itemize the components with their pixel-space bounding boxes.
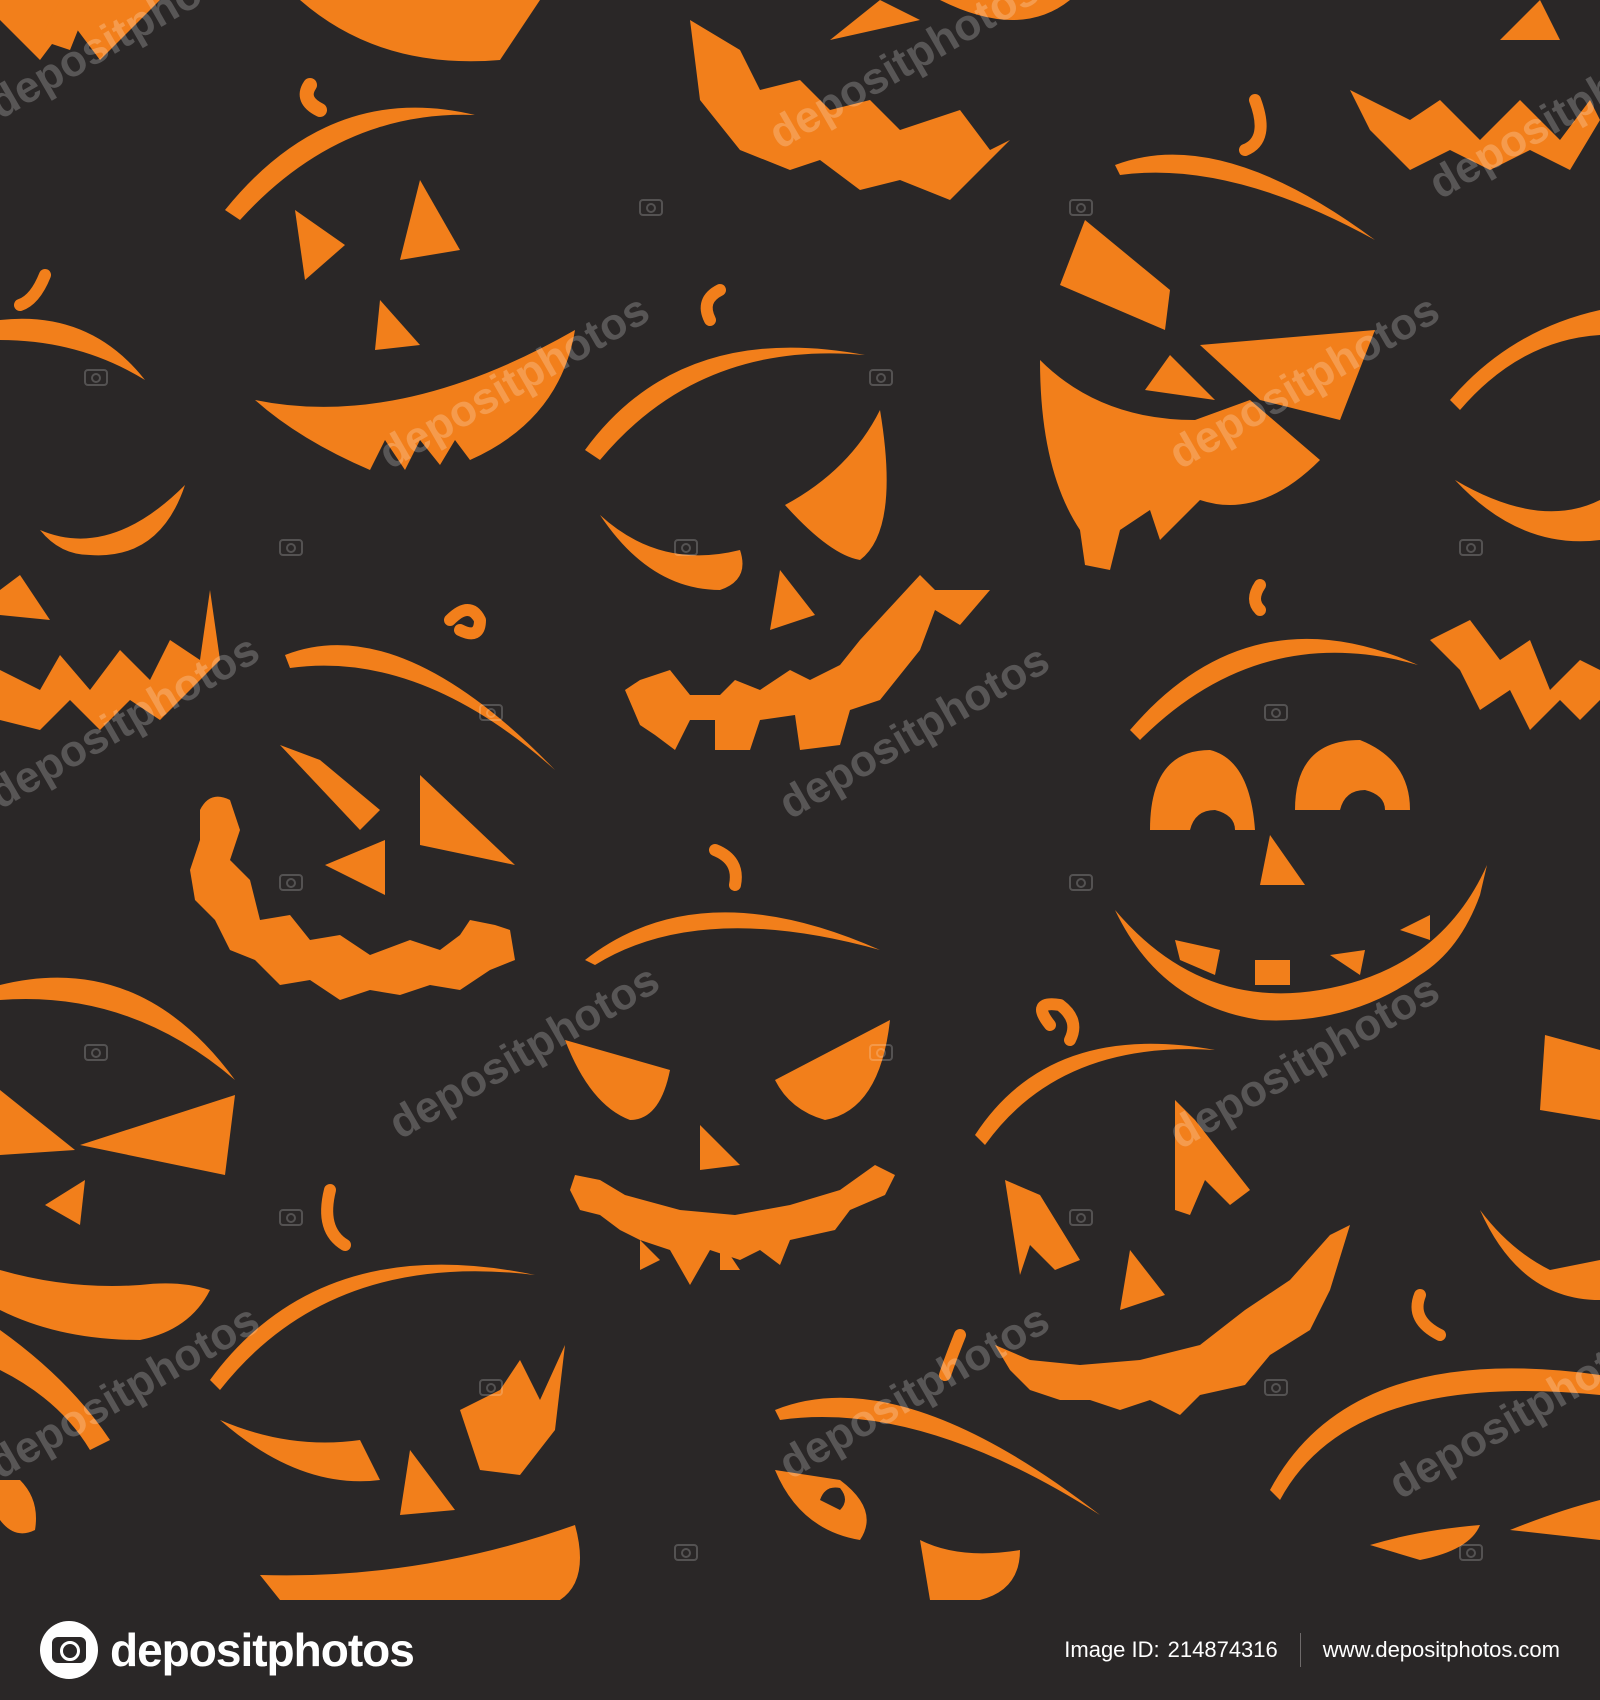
logo-text: depositphotos <box>110 1624 415 1676</box>
footer-bar: depositphotos Image ID: 214874316 www.de… <box>0 1600 1600 1700</box>
image-id-value: 214874316 <box>1167 1637 1278 1662</box>
depositphotos-logo[interactable]: depositphotos <box>40 1621 415 1679</box>
meta-divider <box>1299 1633 1301 1667</box>
image-meta: Image ID: 214874316 www.depositphotos.co… <box>1064 1633 1560 1667</box>
camera-logo-icon <box>40 1621 98 1679</box>
pumpkin-pattern-svg: depositphotos depositphotos depositphoto… <box>0 0 1600 1600</box>
pattern-artwork: depositphotos depositphotos depositphoto… <box>0 0 1600 1600</box>
website-link[interactable]: www.depositphotos.com <box>1323 1637 1560 1663</box>
image-id-label: Image ID: <box>1064 1637 1160 1662</box>
